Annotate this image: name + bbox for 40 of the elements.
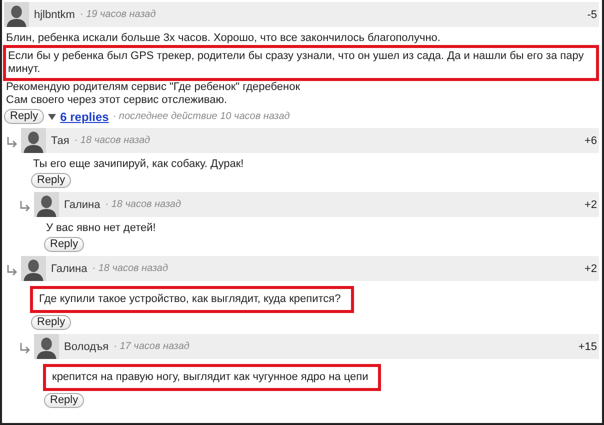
comment-text: крепится на правую ногу, выглядит как чугунное ядро на цепи [43,364,382,391]
comment-text: Если бы у ребенка был GPS трекер, родители бы сразу узнали, что он ушел из сада. Да и нашли бы его за пару минут. [3,45,599,81]
avatar-icon [34,334,59,359]
comment-time: · 17 часов назад [114,341,190,352]
comment-score: -5 [587,8,598,20]
caret-icon [48,112,56,120]
author-name[interactable]: Володъя [64,340,109,352]
author-name[interactable]: Галина [64,198,100,210]
comment-text: Сам своего через этот сервис отслеживаю. [5,93,228,108]
replies-link[interactable]: 6 replies [60,110,109,124]
comment-time: · 19 часов назад [80,9,156,20]
author-name[interactable]: hjlbntkm [34,8,75,20]
last-activity: · последнее действие 10 часов назад [112,111,290,122]
reply-arrow-icon [6,136,18,148]
comment-text: Рекомендую родителям сервис "Где ребенок" гдеребенок [5,80,302,95]
reply-arrow-icon [6,264,18,276]
reply-button[interactable]: Reply [31,173,72,188]
author-name[interactable]: Тая [51,134,70,146]
reply-button[interactable]: Reply [31,315,72,330]
comment-text: Блин, ребенка искали больше 3х часов. Хорошо, что все закончилось благополучно. [5,31,442,46]
comment-time: · 18 часов назад [92,263,168,274]
comment-time: · 18 часов назад [105,199,181,210]
avatar-icon [4,2,29,27]
avatar-icon [21,256,46,281]
reply-button[interactable]: Reply [4,109,44,124]
comment-score: +2 [584,262,598,274]
comment-text: У вас явно нет детей! [45,221,157,236]
reply-button[interactable]: Reply [44,393,84,408]
comment-text: Где купили такое устройство, как выглядит, куда крепится? [30,286,354,313]
reply-arrow-icon [19,342,31,354]
comment-score: +6 [584,134,598,146]
comment-text: Ты его еще зачипируй, как собаку. Дурак! [32,157,245,172]
comment-time: · 18 часов назад [74,135,150,146]
avatar-icon [21,128,46,153]
comment-score: +15 [578,340,598,352]
author-name[interactable]: Галина [51,262,88,274]
avatar-icon [34,192,59,217]
reply-button[interactable]: Reply [44,237,84,252]
comment-score: +2 [584,198,598,210]
reply-arrow-icon [19,200,31,212]
